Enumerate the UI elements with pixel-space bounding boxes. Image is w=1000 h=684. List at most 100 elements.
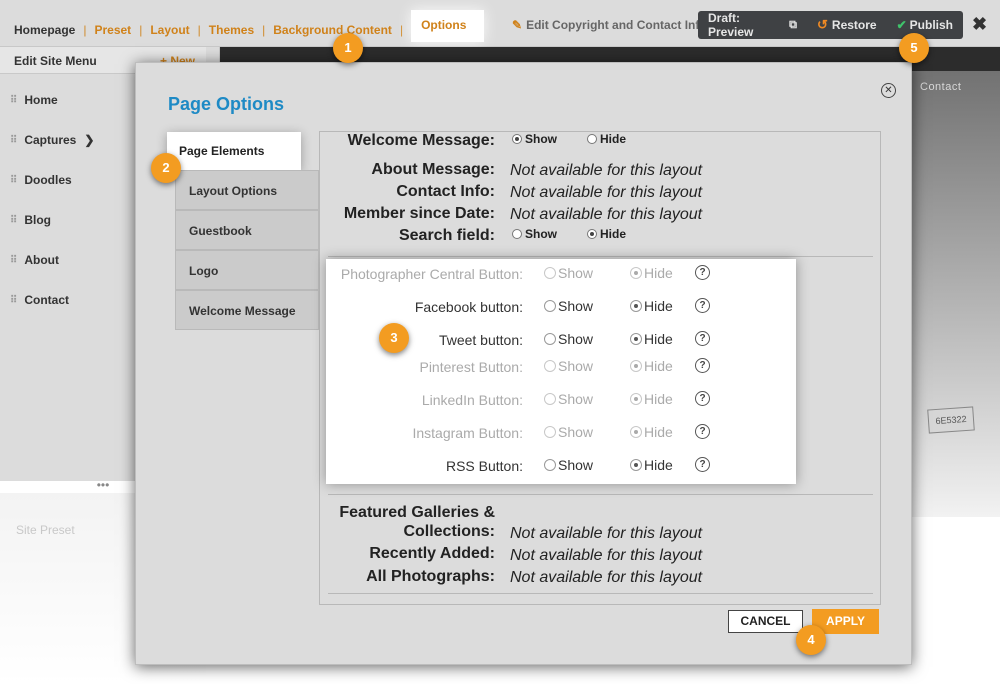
chevron-right-icon[interactable]: ❯ (84, 133, 94, 147)
show-label: Show (558, 457, 594, 473)
hide-label: Hide (644, 457, 673, 473)
drag-handle-icon[interactable]: ⠿ (10, 255, 17, 266)
drag-handle-icon[interactable]: ⠿ (10, 135, 17, 146)
show-radio[interactable]: Show (544, 331, 593, 347)
nav-homepage[interactable]: Homepage (14, 23, 75, 37)
cancel-button[interactable]: CANCEL (728, 610, 803, 633)
help-icon[interactable]: ? (695, 265, 710, 280)
hide-label: Hide (600, 132, 627, 146)
edit-copyright-link[interactable]: ✎ Edit Copyright and Contact Info (512, 18, 707, 32)
hide-radio: Hide (630, 424, 673, 440)
callout-badge-2: 2 (151, 153, 181, 183)
close-icon[interactable]: ✕ (881, 83, 896, 98)
sidebar-item-home[interactable]: ⠿ Home (10, 93, 58, 107)
tab-welcome-message[interactable]: Welcome Message (175, 290, 319, 330)
radio-empty-icon (544, 267, 556, 279)
welcome-hide-radio[interactable]: Hide (587, 132, 626, 146)
radio-empty-icon (544, 300, 556, 312)
row-label: Facebook button: (414, 299, 523, 315)
help-icon[interactable]: ? (695, 457, 710, 472)
radio-empty-icon (544, 333, 556, 345)
not-available-text: Not available for this layout (510, 569, 703, 586)
close-editor-icon[interactable]: ✖ (972, 14, 987, 35)
radio-selected-icon (512, 134, 522, 144)
search-hide-radio[interactable]: Hide (587, 227, 626, 241)
help-icon[interactable]: ? (695, 358, 710, 373)
tab-layout-options[interactable]: Layout Options (175, 170, 319, 210)
hide-radio[interactable]: Hide (630, 298, 673, 314)
hide-label: Hide (644, 424, 673, 440)
nav-separator: | (262, 23, 266, 37)
show-label: Show (558, 331, 594, 347)
restore-icon: ↺ (817, 17, 828, 32)
external-link-icon: ⧉ (789, 18, 797, 31)
radio-selected-icon (630, 426, 642, 438)
pencil-icon: ✎ (512, 18, 523, 32)
nav-separator: | (83, 23, 87, 37)
show-radio[interactable]: Show (544, 457, 593, 473)
nav-background-content[interactable]: Background Content (273, 23, 392, 37)
hide-radio[interactable]: Hide (630, 331, 673, 347)
row-label: Instagram Button: (412, 425, 523, 441)
nav-options[interactable]: Options (411, 10, 485, 42)
publish-button[interactable]: ✔ Publish (887, 18, 963, 32)
show-label: Show (558, 424, 594, 440)
drag-handle-icon[interactable]: ⠿ (10, 215, 17, 226)
radio-selected-icon (630, 393, 642, 405)
site-preset-label: Site Preset (16, 523, 75, 537)
callout-badge-5: 5 (899, 33, 929, 63)
sidebar-item-captures[interactable]: ⠿ Captures ❯ (10, 133, 94, 147)
radio-selected-icon (630, 267, 642, 279)
hide-radio: Hide (630, 391, 673, 407)
sidebar-item-contact[interactable]: ⠿ Contact (10, 293, 69, 307)
nav-themes[interactable]: Themes (209, 23, 254, 37)
section-divider (328, 494, 873, 495)
draft-preview-label: Draft: Preview (708, 11, 754, 39)
search-show-radio[interactable]: Show (512, 227, 557, 241)
help-icon[interactable]: ? (695, 331, 710, 346)
pinterest-button-row: Pinterest Button: Show Hide ? (326, 355, 796, 377)
row-label: Pinterest Button: (419, 359, 523, 375)
nav-layout[interactable]: Layout (150, 23, 189, 37)
hide-label: Hide (644, 265, 673, 281)
hide-radio: Hide (630, 358, 673, 374)
show-label: Show (558, 298, 594, 314)
drag-handle-icon[interactable]: ⠿ (10, 295, 17, 306)
callout-badge-4: 4 (796, 625, 826, 655)
show-label: Show (558, 391, 594, 407)
sidebar-title: Edit Site Menu (14, 54, 97, 68)
radio-empty-icon (544, 459, 556, 471)
tab-logo[interactable]: Logo (175, 250, 319, 290)
hide-radio[interactable]: Hide (630, 457, 673, 473)
social-buttons-box: Photographer Central Button: Show Hide ?… (326, 259, 796, 484)
callout-badge-1: 1 (333, 33, 363, 63)
show-radio: Show (544, 358, 593, 374)
show-radio[interactable]: Show (544, 298, 593, 314)
top-toolbar: Homepage | Preset | Layout | Themes | Ba… (0, 0, 1000, 47)
section-divider (328, 593, 873, 594)
all-photographs-label: All Photographs: (366, 568, 495, 585)
show-label: Show (525, 227, 557, 241)
drag-handle-icon[interactable]: ⠿ (10, 175, 17, 186)
nav-separator: | (399, 23, 404, 37)
nav-preset[interactable]: Preset (94, 23, 131, 37)
not-available-text: Not available for this layout (510, 206, 703, 223)
tab-page-elements[interactable]: Page Elements (167, 132, 301, 170)
row-label: RSS Button: (445, 458, 523, 474)
help-icon[interactable]: ? (695, 391, 710, 406)
help-icon[interactable]: ? (695, 298, 710, 313)
restore-button[interactable]: ↺ Restore (807, 17, 887, 33)
drag-handle-icon[interactable]: ⠿ (10, 95, 17, 106)
radio-selected-icon (630, 300, 642, 312)
sidebar-item-about[interactable]: ⠿ About (10, 253, 59, 267)
not-available-text: Not available for this layout (510, 184, 703, 201)
tab-guestbook[interactable]: Guestbook (175, 210, 319, 250)
show-radio: Show (544, 391, 593, 407)
sidebar-item-blog[interactable]: ⠿ Blog (10, 213, 51, 227)
help-icon[interactable]: ? (695, 424, 710, 439)
about-message-label: About Message: (371, 161, 495, 178)
sidebar-item-label: Contact (24, 293, 69, 307)
draft-preview-button[interactable]: Draft: Preview ⧉ (698, 11, 807, 39)
welcome-show-radio[interactable]: Show (512, 132, 557, 146)
sidebar-item-doodles[interactable]: ⠿ Doodles (10, 173, 72, 187)
